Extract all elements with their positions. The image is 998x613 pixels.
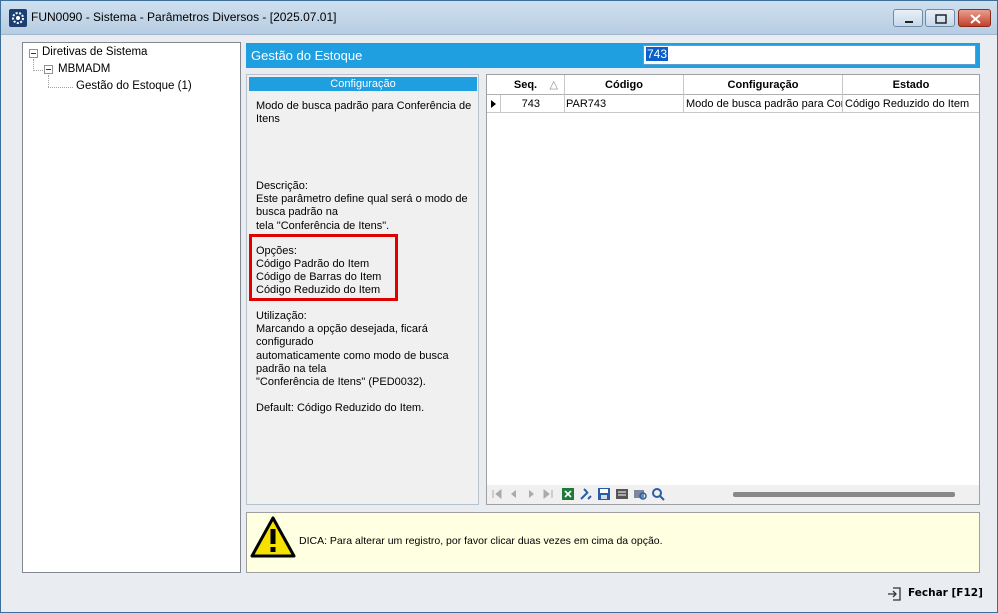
close-icon: [970, 14, 981, 24]
search-icon[interactable]: [651, 487, 665, 501]
navigation-tree: Diretivas de Sistema MBMADM Gestão do Es…: [22, 42, 241, 573]
utilizacao-text: Marcando a opção desejada, ficará config…: [256, 323, 449, 389]
parameters-grid: Seq. △ Código Configuração Estado 743 PA…: [486, 74, 980, 505]
section-title: Gestão do Estoque: [251, 48, 363, 63]
close-button-label: Fechar [F12]: [908, 587, 983, 599]
tools-icon[interactable]: [579, 487, 593, 501]
horizontal-scrollbar[interactable]: [733, 492, 955, 497]
grid-toolbar: [487, 485, 979, 504]
config-name: Modo de busca padrão para Conferência de…: [256, 100, 472, 126]
first-record-icon[interactable]: [490, 487, 504, 501]
tip-text: DICA: Para alterar um registro, por favo…: [299, 535, 663, 547]
restore-icon: [935, 14, 947, 24]
report-icon[interactable]: [615, 487, 629, 501]
descricao-text: Este parâmetro define qual será o modo d…: [256, 193, 468, 232]
tree-connector: [48, 75, 49, 87]
print-preview-icon[interactable]: [633, 487, 647, 501]
table-row[interactable]: 743 PAR743 Modo de busca padrão para Con…: [487, 95, 979, 113]
tree-node-gestao-estoque[interactable]: Gestão do Estoque (1): [76, 80, 192, 92]
column-header-estado[interactable]: Estado: [843, 75, 979, 95]
tree-connector: [48, 87, 73, 88]
minimize-button[interactable]: [893, 9, 923, 27]
sort-ascending-icon: △: [549, 79, 558, 91]
search-input[interactable]: 743: [643, 45, 976, 65]
cell-seq: 743: [501, 95, 565, 113]
descricao-label: Descrição:: [256, 180, 308, 192]
minimize-icon: [905, 21, 913, 23]
warning-icon: [250, 516, 296, 558]
column-header-codigo[interactable]: Código: [565, 75, 684, 95]
section-header: Gestão do Estoque 743: [246, 43, 980, 68]
app-gear-icon: [9, 9, 27, 27]
column-header-seq[interactable]: Seq. △: [487, 75, 565, 95]
search-input-value: 743: [646, 47, 669, 61]
exit-icon: [888, 587, 901, 601]
title-bar[interactable]: FUN0090 - Sistema - Parâmetros Diversos …: [1, 1, 997, 35]
collapse-toggle-icon[interactable]: [44, 65, 53, 74]
options-highlight-box: [249, 234, 398, 301]
tree-node-mbmadm[interactable]: MBMADM: [58, 63, 110, 75]
next-record-icon[interactable]: [524, 487, 538, 501]
tree-connector: [33, 70, 43, 71]
window-title: FUN0090 - Sistema - Parâmetros Diversos …: [31, 10, 337, 24]
last-record-icon[interactable]: [541, 487, 555, 501]
collapse-toggle-icon[interactable]: [29, 49, 38, 58]
cell-estado: Código Reduzido do Item: [845, 98, 970, 110]
close-window-button[interactable]: [958, 9, 991, 27]
default-text: Default: Código Reduzido do Item.: [256, 402, 425, 414]
main-window: FUN0090 - Sistema - Parâmetros Diversos …: [0, 0, 998, 613]
cell-codigo: PAR743: [565, 95, 684, 113]
configuration-header: Configuração: [249, 77, 477, 91]
column-header-configuracao[interactable]: Configuração: [684, 75, 843, 95]
tip-box: DICA: Para alterar um registro, por favo…: [246, 512, 980, 573]
save-icon[interactable]: [597, 487, 611, 501]
grid-header: Seq. △ Código Configuração Estado: [487, 75, 979, 95]
utilizacao-label: Utilização:: [256, 310, 307, 322]
row-indicator-icon: [487, 95, 501, 113]
cell-configuracao: Modo de busca padrão para Conferência de…: [684, 95, 843, 113]
previous-record-icon[interactable]: [507, 487, 521, 501]
tree-node-diretivas[interactable]: Diretivas de Sistema: [42, 46, 147, 58]
excel-export-icon[interactable]: [561, 487, 575, 501]
maximize-button[interactable]: [925, 9, 955, 27]
